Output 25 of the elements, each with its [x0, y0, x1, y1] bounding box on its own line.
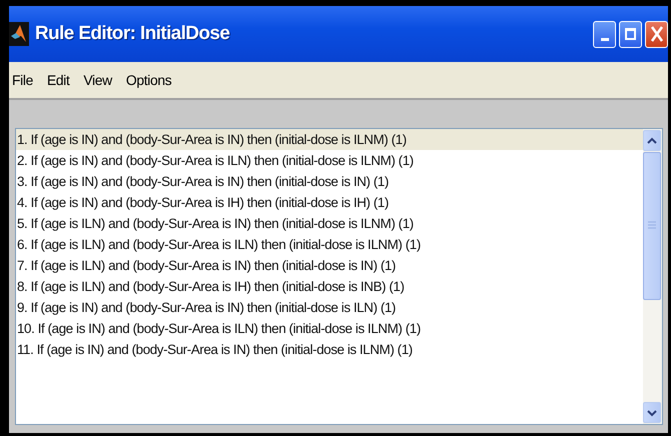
close-icon: [650, 25, 664, 43]
window-title: Rule Editor: InitialDose: [35, 23, 231, 45]
menu-item[interactable]: Options: [126, 72, 172, 88]
rule-row[interactable]: 10. If (age is IN) and (body-Sur-Area is ILN) then (initial-dose is ILNM) (1): [16, 318, 643, 339]
scroll-thumb[interactable]: [643, 152, 661, 300]
menu-item[interactable]: View: [84, 72, 112, 88]
menu-item[interactable]: Edit: [46, 72, 70, 88]
app-icon: [9, 22, 29, 46]
rule-row[interactable]: 6. If (age is ILN) and (body-Sur-Area is ILN) then (initial-dose is ILNM) (1): [16, 234, 643, 255]
minimize-button[interactable]: [593, 20, 616, 48]
rule-row[interactable]: 2. If (age is IN) and (body-Sur-Area is ILN) then (initial-dose is ILNM) (1): [16, 150, 643, 171]
grip-icon: [648, 221, 656, 231]
rule-row[interactable]: 11. If (age is IN) and (body-Sur-Area is IN) then (initial-dose is ILNM) (1): [16, 339, 643, 360]
rule-row[interactable]: 8. If (age is ILN) and (body-Sur-Area is IH) then (initial-dose is INB) (1): [16, 276, 643, 297]
rule-row[interactable]: 5. If (age is ILN) and (body-Sur-Area is IN) then (initial-dose is ILNM) (1): [16, 213, 643, 234]
rule-row[interactable]: 7. If (age is ILN) and (body-Sur-Area is IN) then (initial-dose is IN) (1): [16, 255, 643, 276]
menu-item[interactable]: File: [12, 72, 33, 88]
close-button[interactable]: [645, 20, 668, 48]
rule-row[interactable]: 4. If (age is IN) and (body-Sur-Area is IH) then (initial-dose is IH) (1): [16, 192, 643, 213]
scroll-down-button[interactable]: [643, 402, 661, 423]
rule-row[interactable]: 3. If (age is IN) and (body-Sur-Area is IN) then (initial-dose is IN) (1): [16, 171, 643, 192]
maximize-button[interactable]: [619, 20, 642, 48]
scroll-up-button[interactable]: [643, 130, 661, 151]
rule-row[interactable]: 1. If (age is IN) and (body-Sur-Area is IN) then (initial-dose is ILNM) (1): [16, 129, 643, 150]
rule-row[interactable]: 9. If (age is IN) and (body-Sur-Area is IN) then (initial-dose is ILN) (1): [16, 297, 643, 318]
